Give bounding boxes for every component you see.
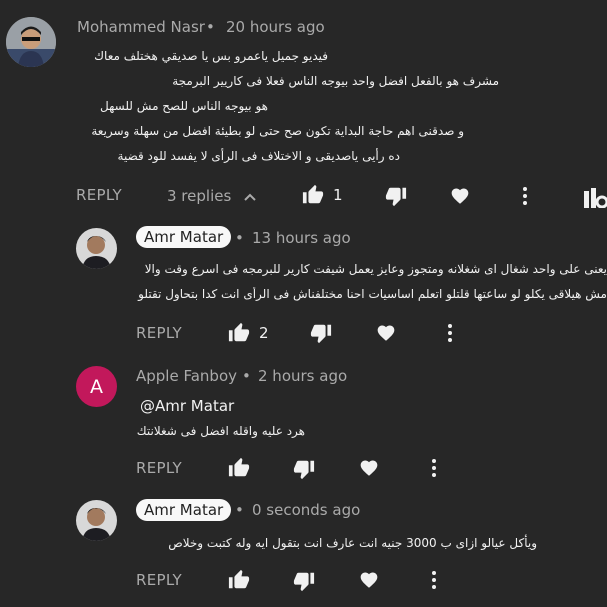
reply-author[interactable]: Amr Matar [136, 226, 232, 248]
separator-dot: • [242, 367, 251, 385]
thumbs-down-icon[interactable] [293, 570, 315, 596]
avatar[interactable] [6, 17, 56, 67]
separator-dot: • [206, 18, 215, 36]
reply-text-line: هرد عليه واقله افضل فى شغلانتك [136, 424, 305, 438]
reply-button[interactable]: REPLY [136, 571, 182, 589]
thumbs-up-icon[interactable] [228, 569, 250, 595]
more-options-icon[interactable] [519, 185, 531, 211]
like-count: 2 [259, 324, 269, 342]
reply-time[interactable]: 0 seconds ago [252, 501, 360, 519]
separator-dot: • [235, 501, 244, 519]
reply-time[interactable]: 2 hours ago [258, 367, 347, 385]
reply-author[interactable]: Amr Matar [136, 499, 232, 521]
reply-text-line: مش هيلاقى يكلو لو ساعتها قلتلو اتعلم اسا… [138, 287, 607, 301]
extension-logo-icon[interactable] [584, 188, 607, 212]
reply-author[interactable]: Apple Fanboy [136, 367, 237, 385]
mention-link[interactable]: @Amr Matar [140, 397, 234, 415]
avatar[interactable]: A [76, 366, 117, 407]
avatar-letter: A [90, 375, 103, 398]
avatar[interactable] [76, 228, 117, 269]
chevron-up-icon[interactable] [243, 189, 257, 208]
more-options-icon[interactable] [428, 569, 440, 595]
separator-dot: • [235, 229, 244, 247]
comment-author[interactable]: Mohammed Nasr [77, 18, 205, 36]
heart-icon[interactable] [359, 458, 379, 482]
reply-button[interactable]: REPLY [76, 186, 122, 204]
more-options-icon[interactable] [428, 457, 440, 483]
reply-text-line: يعنى على واحد شغال اى شغلانه ومتجوز وعاي… [144, 262, 607, 276]
comment-text-line: و صدقنى اهم حاجة البداية تكون صح حتى لو … [91, 124, 464, 138]
comment-text-line: فيديو جميل ياعمرو بس يا صديقي هختلف معاك [94, 49, 328, 63]
like-count: 1 [333, 186, 343, 204]
heart-icon[interactable] [359, 570, 379, 594]
reply-button[interactable]: REPLY [136, 324, 182, 342]
comment-text-line: ده رأيى ياصديقى و الاختلاف فى الرأى لا ي… [117, 149, 400, 163]
heart-icon[interactable] [450, 186, 470, 210]
thumbs-up-icon[interactable] [228, 322, 250, 348]
avatar[interactable] [76, 500, 117, 541]
more-options-icon[interactable] [444, 322, 456, 348]
reply-text-line: ويأكل عيالو ازاى ب 3000 جنيه انت عارف ان… [168, 536, 537, 550]
comment-text-line: هو بيوجه الناس للصح مش للسهل [100, 99, 268, 113]
reply-button[interactable]: REPLY [136, 459, 182, 477]
comment-time[interactable]: 20 hours ago [226, 18, 325, 36]
thumbs-up-icon[interactable] [228, 457, 250, 483]
replies-toggle[interactable]: 3 replies [167, 187, 231, 205]
reply-time[interactable]: 13 hours ago [252, 229, 351, 247]
thumbs-up-icon[interactable] [302, 184, 324, 210]
heart-icon[interactable] [376, 323, 396, 347]
thumbs-down-icon[interactable] [385, 185, 407, 211]
thumbs-down-icon[interactable] [310, 322, 332, 348]
comment-text-line: مشرف هو بالفعل افضل واحد بيوجه الناس فعل… [172, 74, 499, 88]
thumbs-down-icon[interactable] [293, 458, 315, 484]
